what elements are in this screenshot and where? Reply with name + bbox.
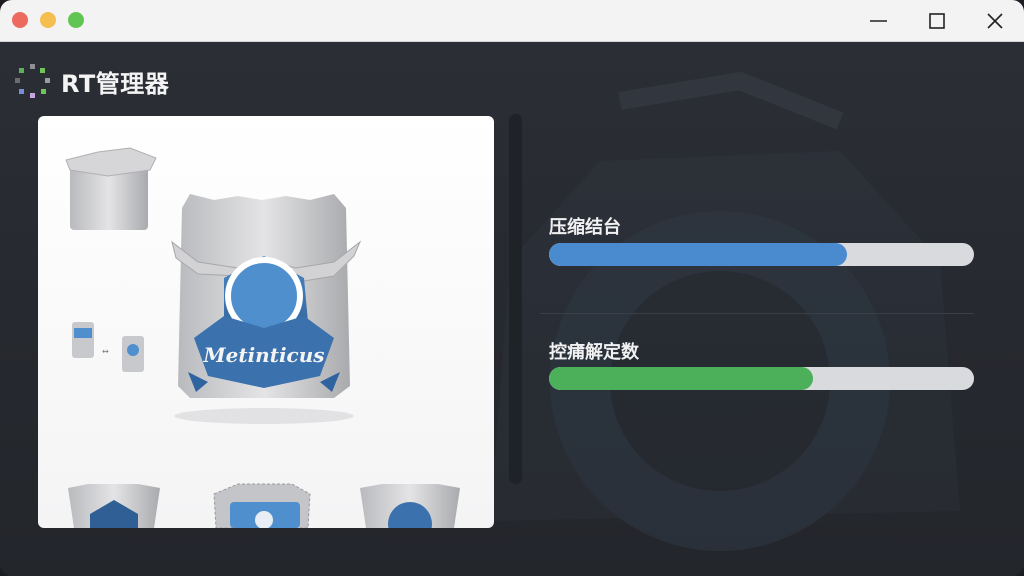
main-package-icon: Metinticus [171,194,362,398]
app-title: RT管理器 [61,70,170,98]
minimize-traffic-light[interactable] [40,12,56,28]
task-1-progress-bar [549,243,974,266]
close-icon[interactable] [982,8,1008,34]
task-1-progress-fill [549,243,847,266]
preview-image: Metinticus ↔ [38,116,494,528]
task-1-label: 压缩结台 [549,217,621,238]
scrollbar[interactable] [509,114,522,484]
task-2-progress-fill [549,367,813,390]
svg-text:↔: ↔ [102,347,109,356]
maximize-icon[interactable] [924,8,950,34]
task-2-label: 控痡解定数 [549,342,639,363]
app-logo-icon [15,64,50,98]
app-window: RT管理器 Metinticus ↔ 压缩结台 控痡解定数 [0,0,1024,576]
task-2-progress-bar [549,367,974,390]
divider [540,313,974,314]
maximize-traffic-light[interactable] [68,12,84,28]
title-bar [0,0,1024,42]
package-label: Metinticus [202,343,324,367]
minimize-icon[interactable] [866,8,892,34]
tiny-bag-icons: ↔ [72,322,144,372]
close-traffic-light[interactable] [12,12,28,28]
small-bag-icon [65,147,157,230]
bottom-bag-icons [68,483,460,528]
